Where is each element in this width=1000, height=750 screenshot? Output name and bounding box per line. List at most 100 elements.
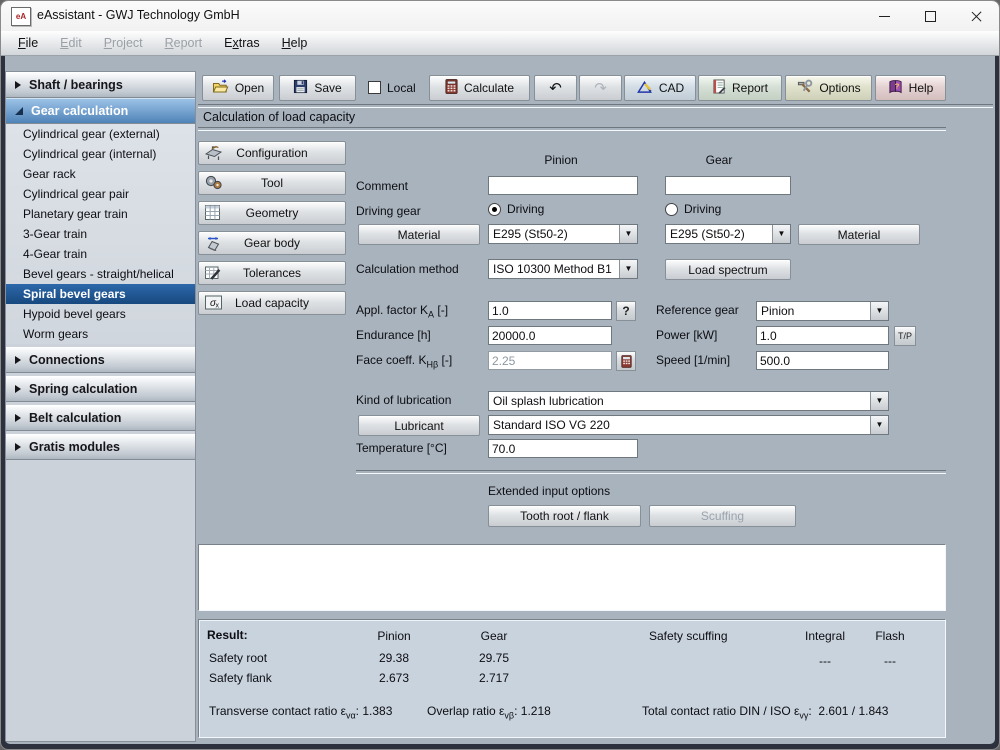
safety-flank-label: Safety flank [209, 671, 272, 685]
sidebar-item-3-gear-train[interactable]: 3-Gear train [6, 224, 195, 244]
menu-file[interactable]: File [7, 31, 49, 55]
reference-gear-dropdown[interactable]: Pinion ▼ [756, 301, 889, 321]
svg-text:?: ? [894, 81, 899, 90]
sidebar-section-connections[interactable]: Connections [6, 347, 195, 373]
redo-icon: ↷ [594, 79, 607, 97]
calculate-button[interactable]: Calculate [429, 75, 530, 101]
extended-options-label: Extended input options [488, 484, 611, 498]
sidebar-item-hypoid-bevel-gears[interactable]: Hypoid bevel gears [6, 304, 195, 324]
lubrication-dropdown[interactable]: Oil splash lubrication ▼ [488, 391, 889, 411]
calculation-method-dropdown[interactable]: ISO 10300 Method B1 ▼ [488, 259, 638, 279]
face-coeff-label: Face coeff. KHβ [-] [356, 353, 453, 370]
load-spectrum-button[interactable]: Load spectrum [665, 259, 791, 280]
collapsed-arrow-icon [15, 443, 21, 451]
speed-input[interactable] [756, 351, 889, 370]
result-col-integral: Integral [804, 629, 846, 643]
collapsed-arrow-icon [15, 414, 21, 422]
sidebar-section-belt-calculation[interactable]: Belt calculation [6, 405, 195, 431]
face-coeff-calculator-button[interactable] [616, 351, 636, 371]
menu-extras[interactable]: Extras [213, 31, 270, 55]
dropdown-arrow-icon[interactable]: ▼ [870, 302, 888, 320]
reference-gear-label: Reference gear [656, 303, 739, 317]
tool-button[interactable]: Tool [198, 171, 346, 195]
lubricant-button[interactable]: Lubricant [358, 415, 480, 436]
load-capacity-button[interactable]: σx Load capacity [198, 291, 346, 315]
appl-factor-label: Appl. factor KA [-] [356, 303, 449, 320]
material-gear-button[interactable]: Material [798, 224, 920, 245]
undo-icon: ↶ [549, 79, 562, 97]
close-icon [970, 10, 983, 23]
configuration-icon [204, 144, 223, 164]
sidebar-section-spring-calculation[interactable]: Spring calculation [6, 376, 195, 402]
sidebar: Shaft / bearings Gear calculation Cylind… [5, 71, 196, 742]
driving-pinion-radio[interactable]: Driving [488, 202, 544, 216]
result-title: Result: [207, 628, 248, 642]
sidebar-item-4-gear-train[interactable]: 4-Gear train [6, 244, 195, 264]
material-pinion-button[interactable]: Material [358, 224, 480, 245]
page-title-divider [198, 127, 946, 131]
close-button[interactable] [953, 1, 999, 31]
scuffing-integral-value: --- [819, 654, 831, 668]
sidebar-item-cylindrical-gear-pair[interactable]: Cylindrical gear pair [6, 184, 195, 204]
safety-root-label: Safety root [209, 651, 268, 665]
help-button[interactable]: ? Help [875, 75, 946, 101]
sidebar-item-spiral-bevel-gears[interactable]: Spiral bevel gears [6, 284, 195, 304]
sidebar-item-gear-rack[interactable]: Gear rack [6, 164, 195, 184]
lubricant-dropdown[interactable]: Standard ISO VG 220 ▼ [488, 415, 889, 435]
sidebar-item-cylindrical-gear-internal[interactable]: Cylindrical gear (internal) [6, 144, 195, 164]
dropdown-arrow-icon[interactable]: ▼ [619, 225, 637, 243]
open-button[interactable]: Open [202, 75, 274, 101]
dropdown-arrow-icon[interactable]: ▼ [870, 392, 888, 410]
result-col-flash: Flash [875, 629, 905, 643]
comment-gear-input[interactable] [665, 176, 791, 195]
dropdown-arrow-icon[interactable]: ▼ [772, 225, 790, 243]
tolerances-button[interactable]: Tolerances [198, 261, 346, 285]
minimize-button[interactable] [861, 1, 907, 31]
message-box [198, 544, 946, 611]
options-button[interactable]: Options [785, 75, 872, 101]
dropdown-arrow-icon[interactable]: ▼ [619, 260, 637, 278]
radio-unselected-icon [665, 202, 678, 216]
scuffing-button: Scuffing [649, 505, 796, 527]
redo-button: ↷ [579, 75, 622, 101]
temperature-label: Temperature [°C] [356, 441, 447, 455]
configuration-button[interactable]: Configuration [198, 141, 346, 165]
material-gear-dropdown[interactable]: E295 (St50-2) ▼ [665, 224, 791, 244]
endurance-input[interactable] [488, 326, 612, 345]
local-checkbox[interactable] [368, 81, 381, 94]
sidebar-section-gratis-modules[interactable]: Gratis modules [6, 434, 195, 460]
torque-power-toggle-button[interactable]: T/P [894, 326, 916, 346]
maximize-button[interactable] [907, 1, 953, 31]
appl-factor-input[interactable] [488, 301, 612, 320]
toolbar-divider [198, 104, 993, 108]
titlebar: eA eAssistant - GWJ Technology GmbH [1, 1, 999, 32]
undo-button[interactable]: ↶ [534, 75, 577, 101]
sidebar-item-bevel-gears[interactable]: Bevel gears - straight/helical [6, 264, 195, 284]
sidebar-section-gear-calculation[interactable]: Gear calculation [6, 98, 195, 124]
tooth-root-flank-button[interactable]: Tooth root / flank [488, 505, 641, 527]
cad-button[interactable]: CAD [624, 75, 696, 101]
collapsed-arrow-icon [15, 356, 21, 364]
sidebar-item-planetary-gear-train[interactable]: Planetary gear train [6, 204, 195, 224]
geometry-button[interactable]: Geometry [198, 201, 346, 225]
gear-body-button[interactable]: Gear body [198, 231, 346, 255]
dropdown-arrow-icon[interactable]: ▼ [870, 416, 888, 434]
appl-factor-help-button[interactable]: ? [616, 301, 636, 321]
menu-help[interactable]: Help [271, 31, 319, 55]
sidebar-item-worm-gears[interactable]: Worm gears [6, 324, 195, 344]
comment-pinion-input[interactable] [488, 176, 638, 195]
overlap-ratio: Overlap ratio εvβ: 1.218 [427, 704, 551, 721]
speed-label: Speed [1/min] [656, 353, 731, 367]
sidebar-section-shaft-bearings[interactable]: Shaft / bearings [6, 72, 195, 98]
report-button[interactable]: Report [698, 75, 782, 101]
geometry-grid-icon [204, 204, 221, 224]
driving-gear-radio[interactable]: Driving [665, 202, 721, 216]
temperature-input[interactable] [488, 439, 638, 458]
material-pinion-dropdown[interactable]: E295 (St50-2) ▼ [488, 224, 638, 244]
sidebar-item-cylindrical-gear-external[interactable]: Cylindrical gear (external) [6, 124, 195, 144]
power-input[interactable] [756, 326, 889, 345]
save-button[interactable]: Save [279, 75, 356, 101]
local-checkbox-label: Local [387, 81, 416, 95]
cad-icon [636, 79, 653, 97]
collapsed-arrow-icon [15, 385, 21, 393]
